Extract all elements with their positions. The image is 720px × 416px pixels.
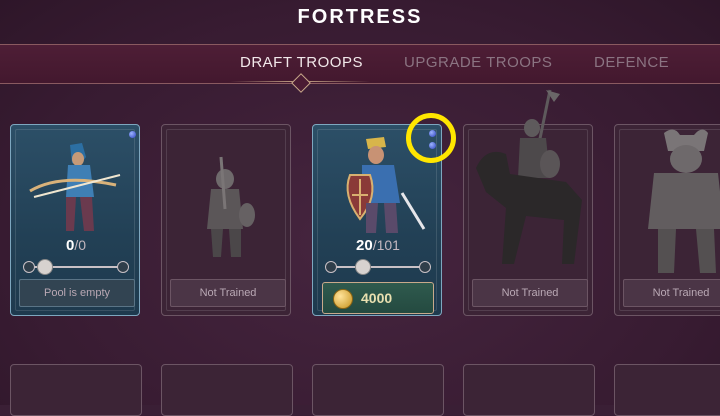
peasant-figure-icon: [207, 156, 255, 257]
troop-status: Not Trained: [472, 279, 588, 307]
troop-card-row2[interactable]: [161, 364, 293, 416]
dark-knight-figure-icon: [476, 89, 582, 264]
minotaur-figure-icon: [648, 129, 720, 273]
troop-card-row2[interactable]: [10, 364, 142, 416]
highlight-circle: [406, 113, 456, 163]
chevron-right-icon[interactable]: [117, 261, 129, 273]
tab-bar: DRAFT TROOPS UPGRADE TROOPS DEFENCE: [0, 44, 720, 84]
chevron-left-icon[interactable]: [325, 261, 337, 273]
tab-upgrade-troops[interactable]: UPGRADE TROOPS: [404, 54, 552, 71]
troop-count-value: 20: [356, 237, 373, 254]
page-title: FORTRESS: [297, 6, 423, 28]
troop-count: 20/101: [313, 237, 441, 254]
troop-count: 0/0: [11, 237, 139, 254]
chevron-left-icon[interactable]: [23, 261, 35, 273]
coin-icon: [333, 289, 353, 309]
troop-card-row2[interactable]: [463, 364, 595, 416]
troop-card-archer[interactable]: 0/0 Pool is empty: [10, 124, 140, 316]
troop-slider[interactable]: [23, 259, 129, 275]
gem-icon: [129, 131, 136, 138]
troop-card-minotaur[interactable]: Not Trained: [614, 124, 720, 316]
troop-status: Pool is empty: [19, 279, 135, 307]
chevron-right-icon[interactable]: [419, 261, 431, 273]
tab-defence[interactable]: DEFENCE: [594, 54, 669, 71]
slider-thumb[interactable]: [355, 259, 371, 275]
troop-card-row2[interactable]: [312, 364, 444, 416]
draft-cost-button[interactable]: 4000: [322, 282, 434, 314]
archer-figure-icon: [29, 143, 121, 231]
slider-thumb[interactable]: [37, 259, 53, 275]
draft-cost: 4000: [361, 290, 393, 306]
troop-slider[interactable]: [325, 259, 431, 275]
troop-status: Not Trained: [170, 279, 286, 307]
slider-track: [331, 266, 425, 268]
troop-card-peasant[interactable]: Not Trained: [161, 124, 291, 316]
troop-status: Not Trained: [623, 279, 720, 307]
troop-card-row2[interactable]: [614, 364, 720, 416]
tab-draft-troops[interactable]: DRAFT TROOPS: [240, 54, 363, 71]
troop-count-max: /101: [372, 237, 400, 253]
troop-count-max: /0: [74, 237, 87, 253]
